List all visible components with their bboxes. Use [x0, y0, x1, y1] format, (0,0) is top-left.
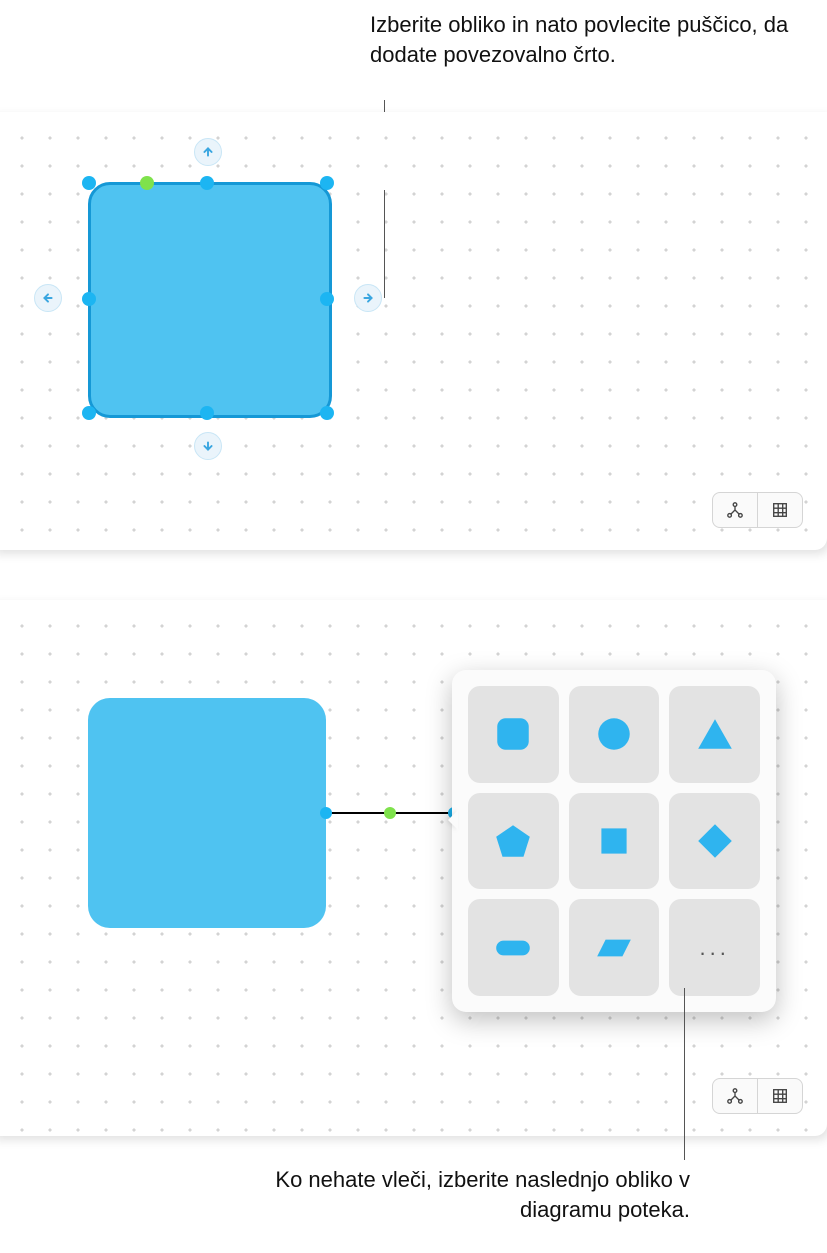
selected-shape[interactable]: [88, 182, 332, 418]
grid-tool-button[interactable]: [758, 1079, 802, 1113]
connect-arrow-left[interactable]: [34, 284, 62, 312]
shape-picker-popover: ...: [452, 670, 776, 1012]
resize-handle-se[interactable]: [320, 406, 334, 420]
connector-midpoint[interactable]: [384, 807, 396, 819]
arrow-down-icon: [202, 440, 214, 452]
resize-handle-n[interactable]: [200, 176, 214, 190]
connect-tool-button[interactable]: [713, 493, 758, 527]
connector-line[interactable]: [326, 812, 454, 814]
grid-tool-icon: [771, 501, 789, 519]
resize-handle-s[interactable]: [200, 406, 214, 420]
arrow-up-icon: [202, 146, 214, 158]
callout-bottom: Ko nehate vleči, izberite naslednjo obli…: [270, 1165, 690, 1224]
connect-arrow-down[interactable]: [194, 432, 222, 460]
rotation-handle[interactable]: [140, 176, 154, 190]
callout-top: Izberite obliko in nato povlecite puščic…: [370, 10, 790, 69]
canvas-toolbar: [712, 492, 803, 528]
resize-handle-w[interactable]: [82, 292, 96, 306]
parallelogram-icon: [593, 927, 635, 969]
shape-option-diamond[interactable]: [669, 793, 760, 890]
triangle-icon: [694, 713, 736, 755]
resize-handle-e[interactable]: [320, 292, 334, 306]
figure-stage: Izberite obliko in nato povlecite puščic…: [0, 0, 827, 1253]
shape-option-circle[interactable]: [569, 686, 660, 783]
connect-arrow-right[interactable]: [354, 284, 382, 312]
more-icon: ...: [699, 935, 729, 961]
leader-line: [684, 988, 685, 1160]
connect-tool-button[interactable]: [713, 1079, 758, 1113]
shape-option-more[interactable]: ...: [669, 899, 760, 996]
arrow-left-icon: [42, 292, 54, 304]
shape-option-triangle[interactable]: [669, 686, 760, 783]
rounded-square-icon: [492, 713, 534, 755]
connect-tool-icon: [726, 1087, 744, 1105]
source-shape[interactable]: [88, 698, 326, 928]
shape-option-pill[interactable]: [468, 899, 559, 996]
resize-handle-nw[interactable]: [82, 176, 96, 190]
pentagon-icon: [492, 820, 534, 862]
resize-handle-ne[interactable]: [320, 176, 334, 190]
connect-tool-icon: [726, 501, 744, 519]
leader-line: [384, 190, 385, 298]
diamond-icon: [694, 820, 736, 862]
connector-endpoint-start[interactable]: [320, 807, 332, 819]
arrow-right-icon: [362, 292, 374, 304]
square-icon: [593, 820, 635, 862]
resize-handle-sw[interactable]: [82, 406, 96, 420]
shape-option-rounded-square[interactable]: [468, 686, 559, 783]
canvas-panel-1: [0, 112, 827, 550]
canvas-toolbar: [712, 1078, 803, 1114]
grid-tool-icon: [771, 1087, 789, 1105]
pill-icon: [492, 927, 534, 969]
grid-tool-button[interactable]: [758, 493, 802, 527]
shape-option-pentagon[interactable]: [468, 793, 559, 890]
shape-option-square[interactable]: [569, 793, 660, 890]
circle-icon: [593, 713, 635, 755]
connect-arrow-up[interactable]: [194, 138, 222, 166]
canvas-panel-2: ...: [0, 600, 827, 1136]
shape-option-parallelogram[interactable]: [569, 899, 660, 996]
